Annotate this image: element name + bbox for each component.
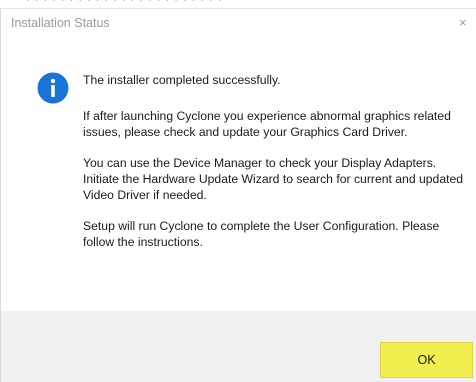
message-paragraph-setup: Setup will run Cyclone to complete the U… [83,219,440,249]
dialog-footer: OK [1,311,476,382]
dialog-content: The installer completed successfully. If… [1,39,476,311]
message-headline: The installer completed successfully. [83,73,281,87]
dialog-titlebar: Installation Status × [1,9,476,39]
ok-button[interactable]: OK [380,342,473,378]
message-text: The installer completed successfully. If… [83,72,468,265]
installation-status-dialog: Installation Status × The installer comp… [0,9,476,382]
close-icon[interactable]: × [459,9,476,39]
message-paragraph-graphics: If after launching Cyclone you experienc… [83,109,451,139]
info-icon [37,72,69,104]
background-window-strip: · · · · · · · · · · · · · · · · · · · · … [0,0,476,9]
message-paragraph-device-manager: You can use the Device Manager to check … [83,156,464,202]
dialog-title: Installation Status [11,16,110,30]
